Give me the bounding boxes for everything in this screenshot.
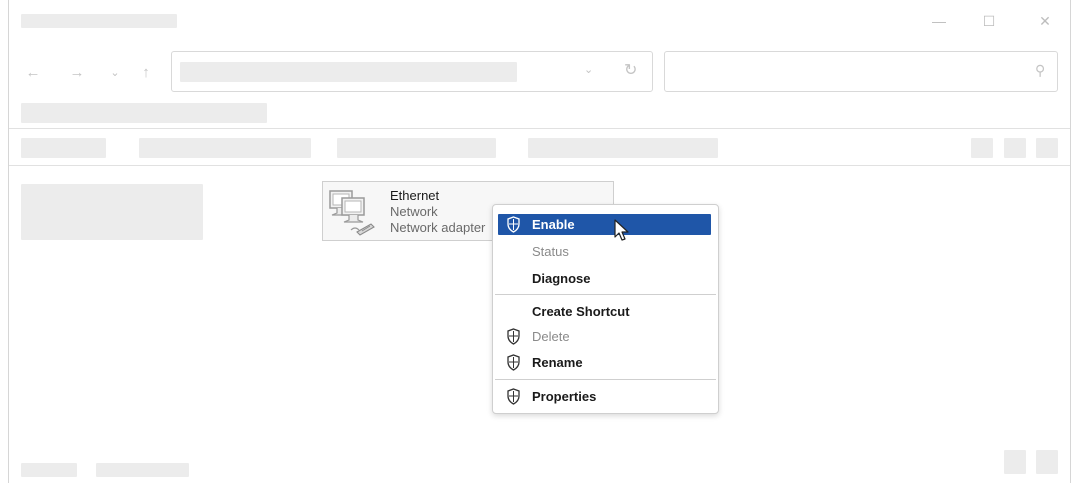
menu-item-label: Enable — [532, 217, 575, 232]
forward-arrow-icon[interactable]: → — [67, 62, 87, 82]
menu-item-label: Diagnose — [532, 271, 591, 286]
toolbar-top-divider — [9, 128, 1070, 129]
menu-item-label: Status — [532, 244, 569, 259]
toolbar-icon-placeholder[interactable] — [1036, 138, 1058, 158]
shield-icon — [507, 354, 520, 371]
toolbar-item-placeholder[interactable] — [337, 138, 496, 158]
window-title-placeholder — [21, 14, 177, 28]
toolbar-item-placeholder[interactable] — [139, 138, 311, 158]
adapter-name: Ethernet — [390, 188, 440, 203]
address-bar[interactable]: ⌄ ↻ — [171, 51, 653, 92]
menu-item-label: Rename — [532, 355, 583, 370]
toolbar-item-placeholder[interactable] — [21, 138, 106, 158]
address-path-placeholder — [180, 62, 517, 82]
navigation-pane-placeholder — [21, 184, 203, 240]
menu-item-label: Delete — [532, 329, 570, 344]
back-arrow-icon[interactable]: ← — [23, 62, 43, 82]
minimize-button[interactable]: — — [924, 8, 954, 34]
toolbar-icon-placeholder[interactable] — [1004, 138, 1026, 158]
menu-item-status[interactable]: Status — [498, 241, 711, 262]
maximize-button[interactable]: ☐ — [974, 8, 1004, 34]
menu-item-label: Create Shortcut — [532, 304, 630, 319]
view-toggle-placeholder[interactable] — [1036, 450, 1058, 474]
explorer-window: — ☐ ✕ ← → ⌄ ↑ ⌄ ↻ ⚲ Ethernet Network Net… — [8, 0, 1071, 483]
toolbar-item-placeholder[interactable] — [528, 138, 718, 158]
menu-item-diagnose[interactable]: Diagnose — [498, 268, 711, 289]
toolbar-bottom-divider — [9, 165, 1070, 166]
up-arrow-icon[interactable]: ↑ — [136, 62, 156, 82]
shield-icon — [507, 328, 520, 345]
view-toggle-placeholder[interactable] — [1004, 450, 1026, 474]
search-icon: ⚲ — [1034, 62, 1045, 78]
recent-locations-chevron-icon[interactable]: ⌄ — [105, 62, 125, 82]
shield-icon — [507, 388, 520, 405]
mouse-cursor-icon — [614, 219, 629, 241]
menu-separator — [495, 294, 716, 295]
menu-item-delete[interactable]: Delete — [498, 326, 711, 347]
toolbar-icon-placeholder[interactable] — [971, 138, 993, 158]
context-menu: Enable Status Diagnose Create Shortcut D… — [492, 204, 719, 414]
close-button[interactable]: ✕ — [1030, 8, 1060, 34]
menu-item-properties[interactable]: Properties — [498, 386, 711, 407]
status-bar-placeholder — [21, 463, 77, 477]
menu-separator — [495, 379, 716, 380]
shield-icon — [507, 216, 520, 233]
search-box[interactable]: ⚲ — [664, 51, 1058, 92]
adapter-details: Ethernet Network Network adapter — [390, 188, 490, 236]
menu-item-enable[interactable]: Enable — [498, 214, 711, 235]
menu-item-rename[interactable]: Rename — [498, 352, 711, 373]
refresh-icon[interactable]: ↻ — [624, 60, 637, 80]
breadcrumb-placeholder — [21, 103, 267, 123]
adapter-status: Network — [390, 204, 438, 219]
status-bar-placeholder — [96, 463, 189, 477]
adapter-device: Network adapter — [390, 220, 486, 235]
address-dropdown-icon[interactable]: ⌄ — [584, 63, 593, 76]
network-computers-icon — [329, 190, 375, 236]
menu-item-label: Properties — [532, 389, 597, 404]
menu-item-create-shortcut[interactable]: Create Shortcut — [498, 301, 711, 322]
